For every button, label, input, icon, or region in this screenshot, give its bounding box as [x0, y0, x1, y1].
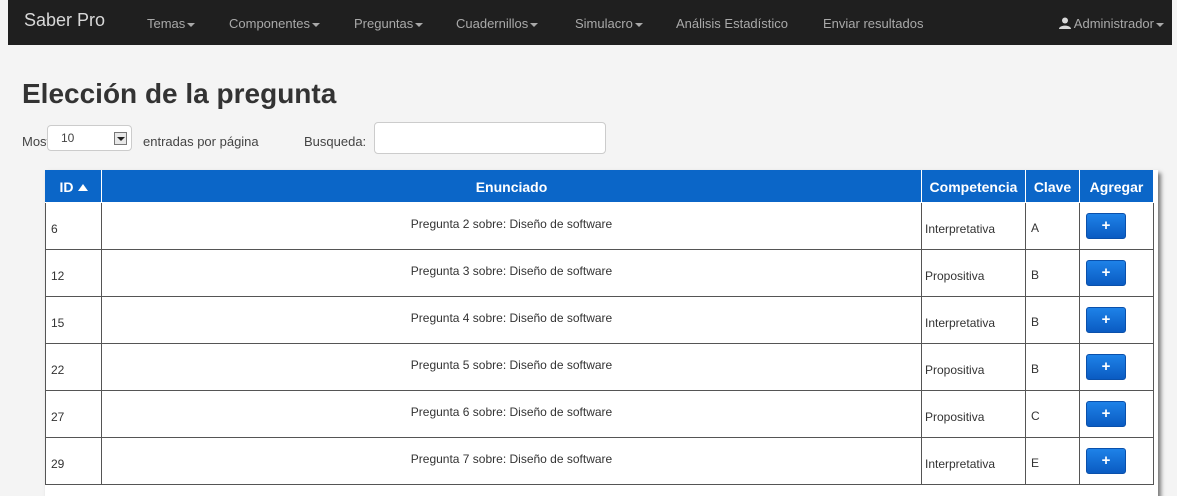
- cell-agregar: +: [1079, 296, 1154, 344]
- cell-clave: C: [1025, 390, 1080, 438]
- cell-competencia: Propositiva: [921, 343, 1026, 391]
- cell-competencia: Interpretativa: [921, 437, 1026, 485]
- chevron-down-icon: [187, 22, 196, 27]
- cell-clave: B: [1025, 296, 1080, 344]
- add-question-button[interactable]: +: [1086, 307, 1126, 333]
- cell-id: 29: [45, 437, 102, 485]
- cell-competencia: Propositiva: [921, 249, 1026, 297]
- cell-agregar: +: [1079, 390, 1154, 438]
- cell-agregar: +: [1079, 249, 1154, 297]
- user-menu-label: Administrador: [1073, 16, 1154, 31]
- table-row: 12 Pregunta 3 sobre: Diseño de software Pr…: [45, 249, 1154, 297]
- entries-length-select[interactable]: 10: [47, 125, 132, 151]
- cell-clave: E: [1025, 437, 1080, 485]
- cell-clave: B: [1025, 249, 1080, 297]
- column-header-id[interactable]: ID: [45, 170, 102, 203]
- table-row: 22 Pregunta 5 sobre: Diseño de software Pr…: [45, 343, 1154, 391]
- nav-cuadernillos[interactable]: Cuadernillos: [456, 16, 539, 31]
- add-question-button[interactable]: +: [1086, 354, 1126, 380]
- column-header-clave[interactable]: Clave: [1025, 170, 1080, 203]
- nav-enviar-resultados[interactable]: Enviar resultados: [823, 16, 923, 31]
- nav-enviar-label: Enviar resultados: [823, 16, 924, 31]
- dropdown-arrow-icon[interactable]: [114, 132, 127, 145]
- cell-id: 22: [45, 343, 102, 391]
- search-input[interactable]: [374, 122, 606, 154]
- questions-table: ID Enunciado Competencia Clave Agregar 6…: [45, 170, 1154, 485]
- nav-componentes-label: Componentes: [229, 16, 310, 31]
- table-row: 27 Pregunta 6 sobre: Diseño de software Pr…: [45, 390, 1154, 438]
- user-icon: [1058, 17, 1071, 29]
- column-header-competencia[interactable]: Competencia: [921, 170, 1026, 203]
- nav-temas-label: Temas: [147, 16, 186, 31]
- column-header-agregar[interactable]: Agregar: [1079, 170, 1154, 203]
- cell-competencia: Interpretativa: [921, 202, 1026, 250]
- cell-competencia: Interpretativa: [921, 296, 1026, 344]
- cell-id: 12: [45, 249, 102, 297]
- cell-clave: B: [1025, 343, 1080, 391]
- chevron-down-icon: [311, 22, 320, 27]
- cell-agregar: +: [1079, 437, 1154, 485]
- table-body: 6 Pregunta 2 sobre: Diseño de software Int…: [45, 202, 1154, 485]
- table-row: 15 Pregunta 4 sobre: Diseño de software In…: [45, 296, 1154, 344]
- entries-length-value: 10: [61, 131, 75, 145]
- nav-analisis-label: Análisis Estadístico: [676, 16, 788, 31]
- add-question-button[interactable]: +: [1086, 401, 1126, 427]
- cell-enunciado: Pregunta 3 sobre: Diseño de software: [101, 249, 922, 297]
- nav-simulacro[interactable]: Simulacro: [575, 16, 643, 31]
- brand-logo[interactable]: Saber Pro: [24, 10, 105, 31]
- nav-componentes[interactable]: Componentes: [229, 16, 320, 31]
- search-label: Busqueda:: [304, 134, 367, 149]
- cell-clave: A: [1025, 202, 1080, 250]
- chevron-down-icon: [415, 22, 424, 27]
- chevron-down-icon: [530, 22, 539, 27]
- add-question-button[interactable]: +: [1086, 213, 1126, 239]
- nav-simulacro-label: Simulacro: [575, 16, 633, 31]
- user-menu[interactable]: Administrador: [1058, 16, 1164, 31]
- column-header-enunciado[interactable]: Enunciado: [101, 170, 922, 203]
- cell-enunciado: Pregunta 4 sobre: Diseño de software: [101, 296, 922, 344]
- nav-analisis-estadistico[interactable]: Análisis Estadístico: [676, 16, 788, 31]
- table-row: 29 Pregunta 7 sobre: Diseño de software In…: [45, 437, 1154, 485]
- table-row: 6 Pregunta 2 sobre: Diseño de software Int…: [45, 202, 1154, 250]
- cell-id: 6: [45, 202, 102, 250]
- sort-ascending-icon: [77, 183, 88, 191]
- column-header-id-label: ID: [59, 178, 74, 195]
- add-question-button[interactable]: +: [1086, 260, 1126, 286]
- nav-preguntas-label: Preguntas: [354, 16, 414, 31]
- cell-agregar: +: [1079, 343, 1154, 391]
- nav-preguntas[interactable]: Preguntas: [354, 16, 424, 31]
- chevron-down-icon: [1156, 22, 1164, 27]
- cell-enunciado: Pregunta 2 sobre: Diseño de software: [101, 202, 922, 250]
- cell-enunciado: Pregunta 5 sobre: Diseño de software: [101, 343, 922, 391]
- cell-competencia: Propositiva: [921, 390, 1026, 438]
- add-question-button[interactable]: +: [1086, 448, 1126, 474]
- cell-id: 27: [45, 390, 102, 438]
- entries-label: entradas por página: [143, 134, 259, 149]
- table-header-row: ID Enunciado Competencia Clave Agregar: [45, 170, 1154, 203]
- cell-id: 15: [45, 296, 102, 344]
- cell-enunciado: Pregunta 7 sobre: Diseño de software: [101, 437, 922, 485]
- nav-temas[interactable]: Temas: [147, 16, 196, 31]
- top-navbar: Saber Pro Temas Componentes Preguntas Cu…: [8, 0, 1172, 45]
- cell-enunciado: Pregunta 6 sobre: Diseño de software: [101, 390, 922, 438]
- nav-cuadernillos-label: Cuadernillos: [456, 16, 529, 31]
- cell-agregar: +: [1079, 202, 1154, 250]
- chevron-down-icon: [634, 22, 643, 27]
- page-title: Elección de la pregunta: [22, 78, 337, 109]
